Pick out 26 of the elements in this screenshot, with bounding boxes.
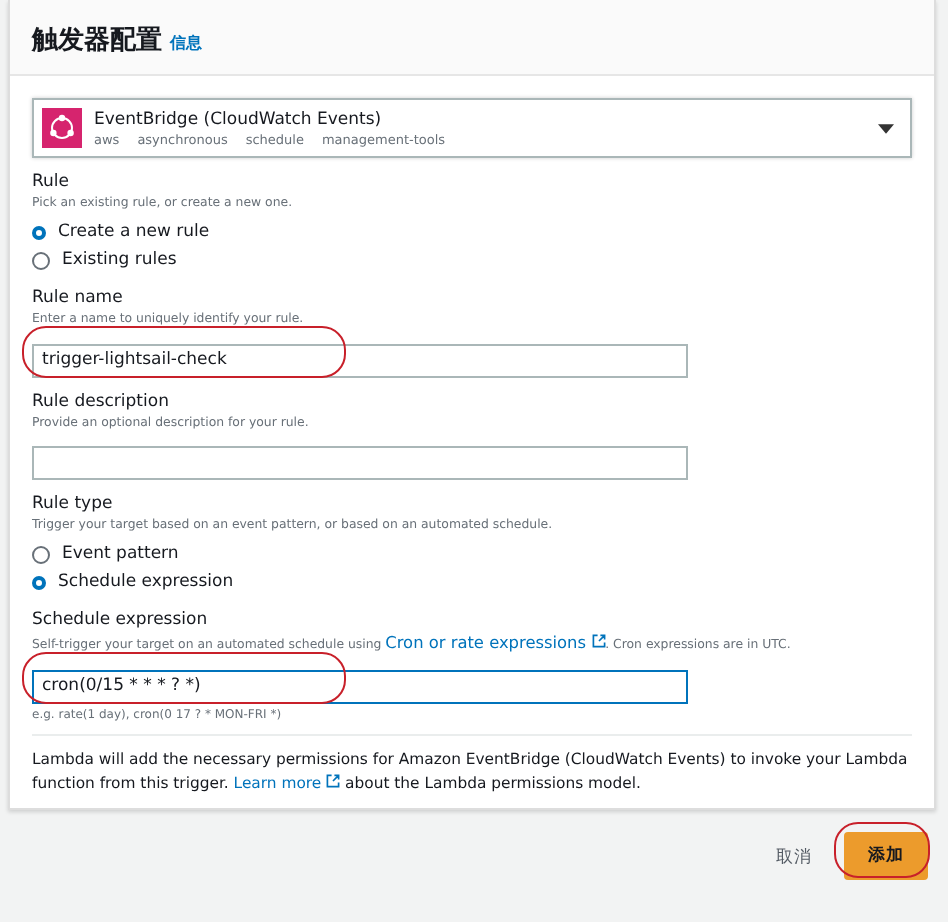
field-label: Rule type: [32, 492, 115, 516]
field-label: Rule name: [32, 286, 125, 310]
input-field[interactable]: [32, 446, 688, 480]
radio-option[interactable]: Schedule expression: [32, 568, 912, 596]
input-field[interactable]: trigger-lightsail-check: [32, 343, 688, 377]
info-link[interactable]: 信息: [170, 32, 202, 54]
radio-button[interactable]: [32, 545, 50, 563]
input-field[interactable]: cron(0/15 * * * ? *): [32, 669, 688, 703]
add-button[interactable]: 添加: [844, 831, 928, 879]
eventbridge-icon: [42, 108, 82, 148]
radio-button[interactable]: [32, 225, 46, 239]
radio-option[interactable]: Event pattern: [32, 540, 912, 568]
field-label: Rule description: [32, 389, 171, 413]
section-title: 触发器配置: [32, 24, 162, 58]
radio-option[interactable]: Create a new rule: [32, 218, 912, 246]
caret-icon: [878, 123, 894, 133]
radio-button[interactable]: [32, 251, 50, 269]
external-link-icon: [326, 773, 341, 787]
radio-button[interactable]: [32, 575, 46, 589]
radio-option[interactable]: Existing rules: [32, 246, 912, 274]
service-name: EventBridge (CloudWatch Events): [94, 109, 384, 129]
field-label: Schedule expression: [32, 608, 210, 632]
cron-docs-link[interactable]: Cron or rate expressions: [385, 632, 606, 652]
field-label: Rule: [32, 170, 72, 194]
cancel-button[interactable]: 取消: [768, 837, 820, 877]
external-link-icon: [591, 634, 606, 648]
